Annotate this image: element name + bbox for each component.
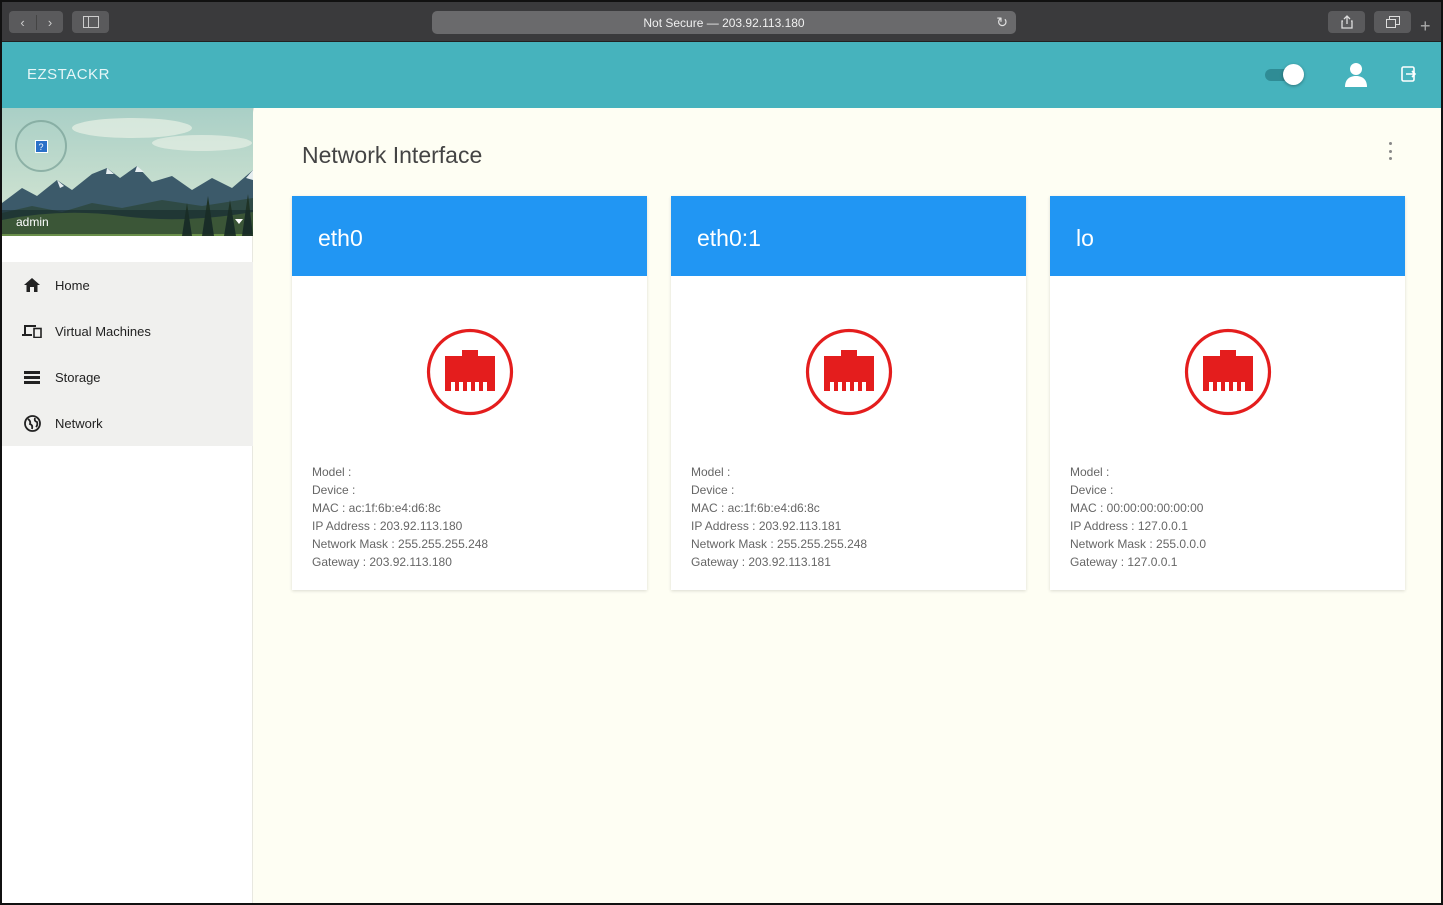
theme-toggle[interactable]	[1263, 64, 1305, 85]
mask-field: Network Mask : 255.255.255.248	[691, 537, 868, 551]
card-header: eth0:1	[671, 196, 1026, 276]
interface-card: eth0:1 Model : Device : MAC : ac:1f:6b:e…	[671, 196, 1026, 590]
app-brand[interactable]: EZSTACKR	[27, 66, 110, 83]
sidebar-item-label: Home	[55, 277, 90, 293]
username-label: admin	[16, 215, 49, 229]
gateway-field: Gateway : 203.92.113.180	[312, 555, 452, 569]
interface-card: lo Model : Device : MAC : 00:00:00:00:00…	[1050, 196, 1405, 590]
user-account-icon[interactable]	[1344, 62, 1368, 88]
sidebar-item-label: Network	[55, 415, 103, 431]
device-field: Device :	[691, 483, 735, 497]
avatar[interactable]: ?	[15, 120, 67, 172]
interface-details: Model : Device : MAC : ac:1f:6b:e4:d6:8c…	[312, 463, 488, 571]
home-icon	[22, 275, 42, 295]
toggle-knob	[1283, 64, 1304, 85]
sidebar-item-label: Storage	[55, 369, 101, 385]
sidebar-menu: Home Virtual Machines Storage Network	[2, 262, 253, 446]
ethernet-port-icon	[805, 328, 893, 416]
address-bar[interactable]: Not Secure — 203.92.113.180 ↻	[432, 11, 1016, 34]
mac-field: MAC : ac:1f:6b:e4:d6:8c	[691, 501, 820, 515]
chevron-right-icon[interactable]: ›	[36, 14, 63, 30]
gateway-field: Gateway : 127.0.0.1	[1070, 555, 1178, 569]
model-field: Model :	[691, 465, 731, 479]
sidebar: ? admin Home Virtual Machines Storage Ne…	[2, 108, 253, 903]
mac-field: MAC : ac:1f:6b:e4:d6:8c	[312, 501, 441, 515]
ip-field: IP Address : 203.92.113.180	[312, 519, 463, 533]
page-title: Network Interface	[302, 142, 483, 168]
sidebar-item-network[interactable]: Network	[2, 400, 253, 446]
card-header: eth0	[292, 196, 647, 276]
chevron-left-icon[interactable]: ‹	[9, 15, 36, 30]
caret-down-icon[interactable]	[235, 219, 243, 224]
main-content: Network Interface eth0 Model : Device : …	[254, 108, 1441, 903]
storage-icon	[22, 367, 42, 387]
device-field: Device :	[1070, 483, 1114, 497]
sidebar-item-home[interactable]: Home	[2, 262, 253, 308]
sidebar-item-storage[interactable]: Storage	[2, 354, 253, 400]
ip-field: IP Address : 127.0.0.1	[1070, 519, 1188, 533]
new-tab-icon[interactable]: +	[1420, 16, 1431, 37]
screen-frame: ‹ › Not Secure — 203.92.113.180 ↻ + EZST…	[0, 0, 1443, 905]
url-text: Not Secure — 203.92.113.180	[643, 15, 805, 30]
user-bar[interactable]: admin	[2, 210, 253, 234]
devices-icon	[22, 321, 42, 341]
tabs-overview-icon[interactable]	[1374, 11, 1411, 33]
browser-toolbar: ‹ › Not Secure — 203.92.113.180 ↻ +	[2, 2, 1441, 42]
mask-field: Network Mask : 255.255.255.248	[312, 537, 489, 551]
sidebar-item-virtual-machines[interactable]: Virtual Machines	[2, 308, 253, 354]
globe-icon	[22, 413, 42, 433]
interface-name: eth0	[318, 225, 363, 251]
reload-icon[interactable]: ↻	[996, 14, 1008, 31]
ethernet-port-icon	[426, 328, 514, 416]
profile-banner: ? admin	[2, 108, 253, 236]
logout-icon[interactable]	[1401, 66, 1417, 82]
share-icon[interactable]	[1328, 11, 1365, 33]
interface-details: Model : Device : MAC : 00:00:00:00:00:00…	[1070, 463, 1206, 571]
gateway-field: Gateway : 203.92.113.181	[691, 555, 831, 569]
ip-field: IP Address : 203.92.113.181	[691, 519, 842, 533]
more-vert-icon[interactable]	[1386, 142, 1394, 160]
ethernet-port-icon	[1184, 328, 1272, 416]
mac-field: MAC : 00:00:00:00:00:00	[1070, 501, 1204, 515]
model-field: Model :	[1070, 465, 1110, 479]
app-header: EZSTACKR	[2, 42, 1441, 108]
avatar-placeholder-icon: ?	[34, 139, 48, 153]
interface-name: eth0:1	[697, 225, 761, 251]
card-header: lo	[1050, 196, 1405, 276]
interface-name: lo	[1076, 225, 1094, 251]
nav-buttons: ‹ ›	[9, 11, 63, 33]
sidebar-item-label: Virtual Machines	[55, 323, 151, 339]
device-field: Device :	[312, 483, 356, 497]
mask-field: Network Mask : 255.0.0.0	[1070, 537, 1207, 551]
sidebar-toggle-icon[interactable]	[72, 11, 109, 33]
model-field: Model :	[312, 465, 352, 479]
interface-card: eth0 Model : Device : MAC : ac:1f:6b:e4:…	[292, 196, 647, 590]
interface-details: Model : Device : MAC : ac:1f:6b:e4:d6:8c…	[691, 463, 867, 571]
